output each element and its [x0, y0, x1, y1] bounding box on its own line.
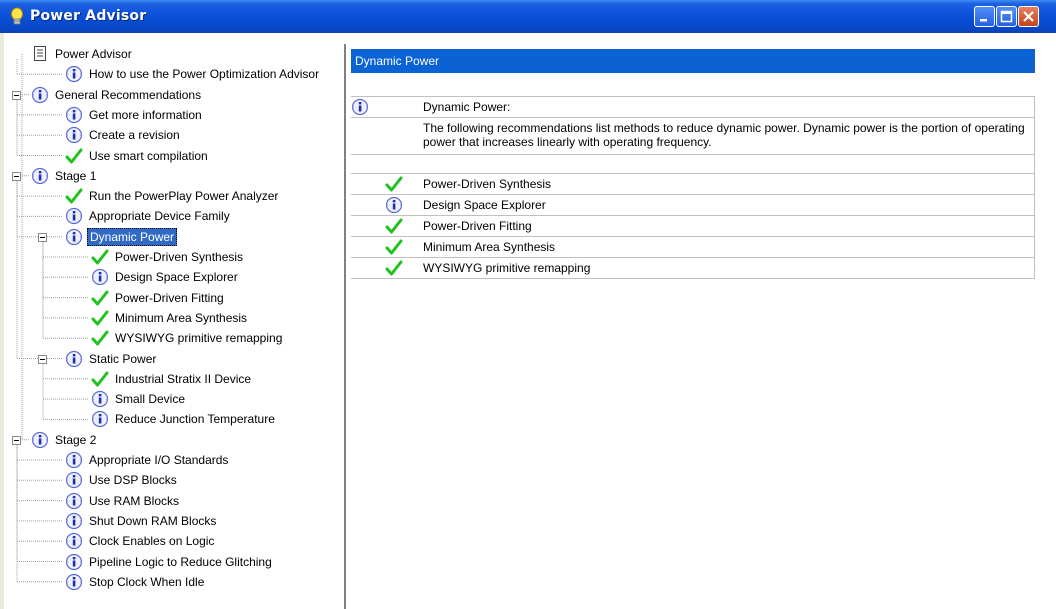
info-icon: [65, 66, 83, 83]
info-icon: [91, 269, 109, 286]
details-heading-row: Dynamic Power:: [351, 97, 1035, 118]
tree-item-label: Power Advisor: [55, 47, 132, 61]
recommendation-label: Power-Driven Synthesis: [423, 177, 552, 191]
details-description-row: The following recommendations list metho…: [351, 118, 1035, 155]
tree-item-label: Get more information: [89, 107, 202, 122]
recommendation-row[interactable]: Minimum Area Synthesis: [351, 237, 1035, 258]
tree-item-label: Use RAM Blocks: [89, 493, 180, 508]
collapse-toggle[interactable]: [12, 171, 21, 181]
details-header: Dynamic Power: [351, 49, 1035, 73]
tree-item-label: Run the PowerPlay Power Analyzer: [89, 189, 279, 204]
minimize-button[interactable]: [974, 6, 995, 27]
title-bar[interactable]: Power Advisor: [0, 0, 1056, 33]
check-icon: [91, 330, 109, 346]
tree-item-label: Industrial Stratix II Device: [115, 371, 252, 386]
tree-item-label: Stop Clock When Idle: [89, 574, 205, 589]
recommendation-label: WYSIWYG primitive remapping: [423, 261, 591, 275]
details-heading: Dynamic Power:: [423, 100, 511, 114]
info-icon: [31, 167, 49, 184]
power-advisor-window: Power Advisor Power Advisor How to use th…: [0, 0, 1056, 609]
collapse-toggle[interactable]: [12, 435, 21, 445]
info-icon: [65, 350, 83, 367]
info-icon: [65, 106, 83, 123]
tree-item-label: Create a revision: [89, 128, 180, 143]
tree-item-label: Clock Enables on Logic: [89, 534, 215, 549]
close-button[interactable]: [1018, 6, 1039, 27]
collapse-toggle[interactable]: [38, 232, 47, 242]
tree-item-label: Pipeline Logic to Reduce Glitching: [89, 554, 272, 569]
tree-item-label: Power-Driven Fitting: [115, 290, 224, 305]
recommendation-label: Minimum Area Synthesis: [423, 240, 556, 254]
tree-item-label: Stage 2: [55, 432, 97, 447]
info-icon: [65, 492, 83, 509]
advisor-tree[interactable]: Power Advisor How to use the Power Optimi…: [7, 44, 346, 609]
document-icon: [34, 46, 46, 61]
tree-item-label: Appropriate I/O Standards: [89, 453, 229, 467]
check-icon: [385, 176, 403, 192]
info-icon: [65, 533, 83, 550]
close-icon: [1023, 11, 1034, 22]
recommendation-row[interactable]: Design Space Explorer: [351, 195, 1035, 216]
details-pane: Dynamic Power Dynamic Power: The followi…: [351, 44, 1035, 609]
tree-item-label: Design Space Explorer: [115, 270, 238, 285]
check-icon: [65, 148, 83, 163]
tree-item-label: Shut Down RAM Blocks: [89, 513, 217, 528]
check-icon: [91, 249, 109, 265]
check-icon: [385, 239, 403, 255]
recommendation-row[interactable]: Power-Driven Fitting: [351, 216, 1035, 237]
window-title: Power Advisor: [30, 8, 147, 24]
tree-item-label: Use DSP Blocks: [89, 473, 177, 488]
window-content: Power Advisor How to use the Power Optimi…: [4, 33, 1056, 609]
info-icon: [65, 228, 83, 245]
check-icon: [65, 188, 83, 204]
recommendation-row[interactable]: Power-Driven Synthesis: [351, 174, 1035, 195]
info-icon: [65, 451, 83, 469]
tree-item-label: Power-Driven Synthesis: [115, 250, 244, 264]
tree-item-label: Minimum Area Synthesis: [115, 310, 248, 325]
info-icon: [31, 86, 49, 103]
details-table: Dynamic Power: The following recommendat…: [351, 96, 1035, 279]
maximize-icon: [1000, 10, 1013, 23]
maximize-button[interactable]: [996, 6, 1017, 27]
info-icon: [65, 573, 83, 590]
check-icon: [385, 260, 403, 276]
check-icon: [91, 371, 109, 387]
tree-item-label: Appropriate Device Family: [89, 209, 230, 224]
info-icon: [385, 196, 403, 214]
info-icon: [65, 208, 83, 225]
info-icon: [31, 431, 49, 448]
check-icon: [91, 290, 109, 306]
tree-item-label: How to use the Power Optimization Adviso…: [89, 67, 320, 82]
lightbulb-icon: [11, 7, 23, 25]
tree-item-label: Dynamic Power: [87, 227, 178, 246]
info-icon: [91, 411, 109, 428]
info-icon: [65, 512, 83, 529]
recommendation-row[interactable]: WYSIWYG primitive remapping: [351, 258, 1035, 279]
tree-item-label: General Recommendations: [55, 87, 202, 102]
tree-item-label: Static Power: [89, 351, 157, 366]
tree-item-label: Small Device: [115, 392, 186, 407]
info-icon: [91, 390, 109, 408]
recommendation-label: Power-Driven Fitting: [423, 219, 532, 233]
info-icon: [351, 98, 369, 116]
tree-item-label: Reduce Junction Temperature: [115, 412, 275, 427]
recommendation-label: Design Space Explorer: [423, 198, 546, 212]
details-description: The following recommendations list metho…: [423, 121, 1025, 149]
details-spacer-row: [351, 155, 1035, 174]
info-icon: [65, 553, 83, 570]
check-icon: [91, 310, 109, 326]
tree-item-label: Stage 1: [55, 168, 97, 183]
check-icon: [385, 218, 403, 234]
tree-item-label: Use smart compilation: [89, 148, 208, 163]
tree-item-label: WYSIWYG primitive remapping: [115, 331, 283, 346]
collapse-toggle[interactable]: [12, 90, 21, 100]
info-icon: [65, 472, 83, 489]
minimize-icon: [980, 19, 987, 22]
info-icon: [65, 127, 83, 144]
collapse-toggle[interactable]: [38, 354, 47, 364]
